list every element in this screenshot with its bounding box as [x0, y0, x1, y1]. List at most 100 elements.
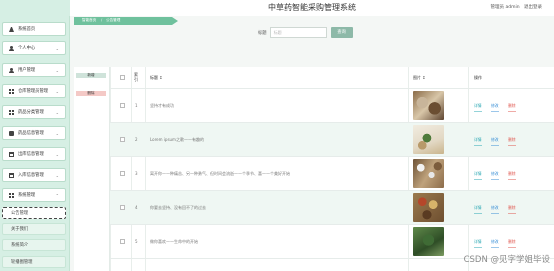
sidebar-item-label: 出库信息管理 [18, 152, 44, 157]
user-label: 管理员 admin [490, 5, 520, 10]
header-ops: 操作 [474, 75, 482, 80]
sidebar-item-profile[interactable]: 个人中心 ⌄ [2, 41, 66, 55]
row-thumbnail [413, 91, 444, 120]
sidebar-item-drug-info[interactable]: 药品信息管理 ⌄ [2, 126, 66, 140]
action-panel: 新增 删除 [74, 67, 110, 271]
row-title: 离开你——种痛苦、另一种勇气、但时间会流逝——个季节、喜——个美好开始 [150, 171, 290, 176]
breadcrumb-separator: / [101, 18, 103, 22]
row-checkbox[interactable] [120, 137, 125, 142]
row-title: Lorem ipsum之歌——有趣的 [150, 137, 204, 142]
chevron-down-icon: ⌄ [55, 68, 59, 73]
row-index: 3 [135, 171, 138, 176]
grid-icon [9, 109, 14, 115]
sidebar-subitem-intro[interactable]: 系统简介 [2, 239, 66, 251]
chevron-down-icon: ⌄ [55, 89, 59, 94]
table-header: 索引 标题 ↕ 图片 ↕ 操作 [110, 67, 554, 89]
row-thumbnail [413, 193, 444, 222]
page-title: 中草药智能采购管理系统 [268, 3, 356, 12]
row-title: 做你喜欢——生命中的开始 [150, 239, 198, 244]
chevron-down-icon: ⌄ [55, 173, 59, 178]
sidebar-item-label: 个人中心 [18, 46, 36, 51]
cart-icon [9, 151, 14, 157]
row-checkbox[interactable] [120, 205, 125, 210]
delete-row-button[interactable]: 删除 [508, 103, 516, 112]
sidebar-subitem-label: 系统简介 [11, 243, 29, 248]
sidebar-header [0, 0, 70, 16]
sidebar-subitem-label: 轮播图管理 [11, 260, 33, 265]
select-all-checkbox[interactable] [120, 75, 125, 80]
search-label: 标题 [258, 30, 267, 36]
sidebar-item-home[interactable]: 系统首页 [2, 22, 66, 36]
sidebar-subitem-label: 公告管理 [11, 211, 29, 216]
grid-icon [9, 192, 14, 198]
delete-row-button[interactable]: 删除 [508, 171, 516, 180]
watermark: CSDN @见字学姐毕设 [463, 255, 550, 265]
chevron-down-icon: ⌄ [55, 46, 59, 51]
sidebar-subitem-about[interactable]: 关于我们 [2, 223, 66, 235]
sidebar-item-label: 药品信息管理 [18, 131, 44, 136]
table-row: 3 离开你——种痛苦、另一种勇气、但时间会流逝——个季节、喜——个美好开始 详情… [110, 157, 554, 191]
sidebar-subitem-carousel[interactable]: 轮播图管理 [2, 256, 66, 268]
chevron-down-icon: ⌄ [55, 152, 59, 157]
row-thumbnail [413, 159, 444, 188]
chevron-up-icon: ⌃ [55, 193, 59, 198]
sidebar-item-drug-categories[interactable]: 药品分类管理 ⌄ [2, 105, 66, 119]
edit-button[interactable]: 修改 [491, 137, 499, 146]
row-checkbox[interactable] [120, 103, 125, 108]
header-image[interactable]: 图片 ↕ [413, 75, 426, 81]
sidebar-item-label: 药品分类管理 [18, 110, 44, 115]
row-index: 5 [135, 239, 138, 244]
edit-button[interactable]: 修改 [491, 103, 499, 112]
row-checkbox[interactable] [120, 171, 125, 176]
delete-row-button[interactable]: 删除 [508, 239, 516, 248]
sidebar-item-users[interactable]: 用户管理 ⌄ [2, 63, 66, 77]
delete-button[interactable]: 删除 [76, 91, 106, 96]
add-button[interactable]: 新增 [76, 73, 106, 78]
sidebar-subitem-label: 关于我们 [11, 227, 29, 232]
sidebar-item-label: 仓库管理员管理 [18, 89, 49, 94]
sidebar-item-label: 系统管理 [18, 193, 36, 198]
detail-button[interactable]: 详情 [474, 103, 482, 112]
cart-icon [9, 172, 14, 178]
chevron-down-icon: ⌄ [55, 110, 59, 115]
sidebar-item-warehouse-admins[interactable]: 仓库管理员管理 ⌄ [2, 84, 66, 98]
sidebar-item-label: 入库信息管理 [18, 173, 44, 178]
edit-button[interactable]: 修改 [491, 171, 499, 180]
breadcrumb-home[interactable]: 智能首页 [82, 18, 96, 23]
row-checkbox[interactable] [120, 239, 125, 244]
top-header: 中草药智能采购管理系统 管理员 admin 退出登录 [70, 0, 554, 16]
home-icon [9, 26, 14, 32]
detail-button[interactable]: 详情 [474, 137, 482, 146]
row-index: 1 [135, 103, 138, 108]
breadcrumb: 智能首页 / 公告管理 [74, 17, 178, 25]
row-title: 坚持才有成功 [150, 103, 174, 108]
detail-button[interactable]: 详情 [474, 239, 482, 248]
search-button[interactable]: 查询 [330, 27, 353, 38]
search-input[interactable]: 标题 [269, 27, 327, 38]
search-bar: 标题 标题 查询 [258, 27, 353, 38]
sidebar-item-label: 用户管理 [18, 68, 36, 73]
sidebar-item-system[interactable]: 系统管理 ⌃ [2, 188, 66, 202]
detail-button[interactable]: 详情 [474, 171, 482, 180]
detail-button[interactable]: 详情 [474, 205, 482, 214]
delete-row-button[interactable]: 删除 [508, 205, 516, 214]
breadcrumb-current: 公告管理 [106, 18, 121, 22]
sidebar-item-inbound[interactable]: 入库信息管理 ⌄ [2, 168, 66, 182]
sidebar-item-outbound[interactable]: 出库信息管理 ⌄ [2, 147, 66, 161]
sidebar-item-label: 系统首页 [18, 27, 36, 32]
row-thumbnail [413, 125, 444, 154]
sidebar-subitem-notices[interactable]: 公告管理 [2, 207, 66, 219]
delete-row-button[interactable]: 删除 [508, 137, 516, 146]
header-index: 索引 [134, 72, 138, 82]
user-icon [9, 45, 14, 51]
header-title[interactable]: 标题 ↕ [150, 75, 163, 81]
edit-button[interactable]: 修改 [491, 239, 499, 248]
grid-icon [9, 88, 14, 94]
app-root: 系统首页 个人中心 ⌄ 用户管理 ⌄ 仓库管理员管理 ⌄ 药品分类管理 ⌄ 药品… [0, 0, 554, 271]
logout-link[interactable]: 退出登录 [524, 5, 542, 10]
user-icon [9, 67, 14, 73]
edit-button[interactable]: 修改 [491, 205, 499, 214]
sidebar: 系统首页 个人中心 ⌄ 用户管理 ⌄ 仓库管理员管理 ⌄ 药品分类管理 ⌄ 药品… [0, 0, 70, 271]
row-index: 2 [135, 137, 138, 142]
user-area: 管理员 admin 退出登录 [488, 4, 542, 10]
